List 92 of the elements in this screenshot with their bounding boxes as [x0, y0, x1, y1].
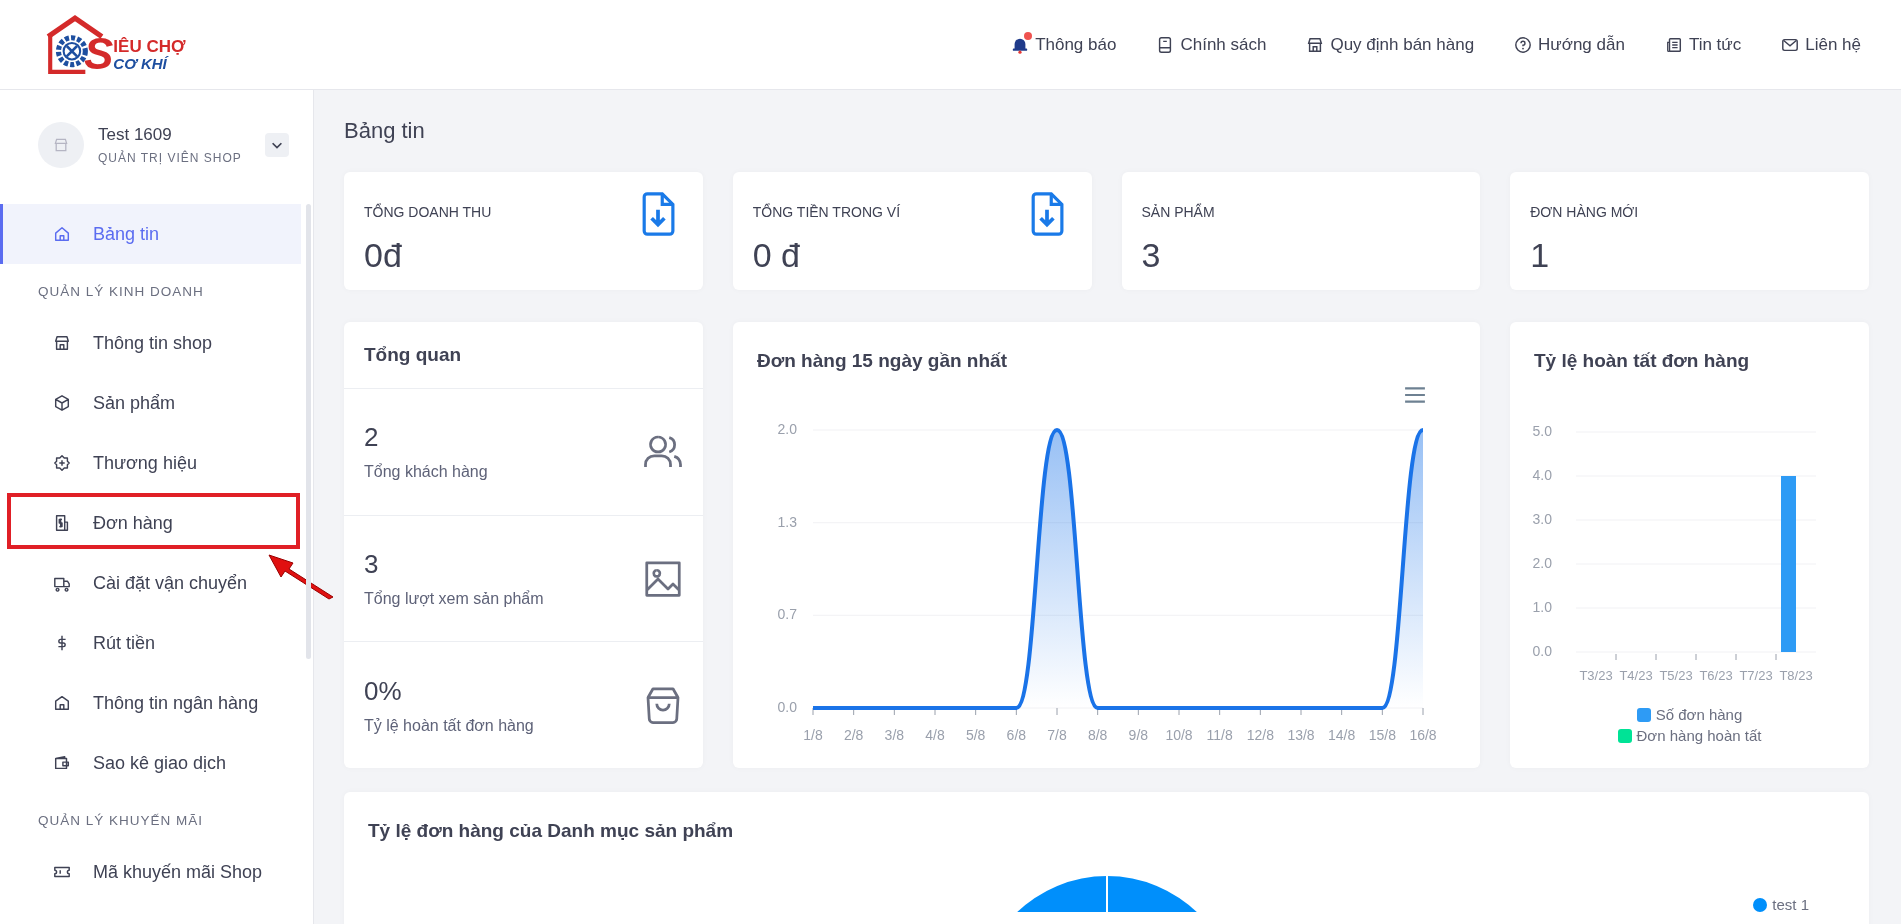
chart-title: Tỷ lệ đơn hàng của Danh mục sản phẩm	[367, 819, 735, 842]
sidebar-item[interactable]: Đơn hàng	[0, 493, 301, 553]
header-link[interactable]: Liên hệ	[1781, 34, 1861, 55]
overview-label: Tổng lượt xem sản phẩm	[364, 590, 544, 608]
x-tick-label: 14/8	[1328, 727, 1356, 743]
y-tick-label: 0.0	[777, 699, 797, 715]
box-icon	[53, 394, 71, 412]
x-tick-label: 9/8	[1128, 727, 1149, 743]
bank-icon	[53, 694, 71, 712]
y-tick-label: 4.0	[1532, 467, 1552, 483]
x-tick-label: T8/23	[1779, 668, 1813, 683]
sidebar-item[interactable]: Thông tin shop	[0, 313, 301, 373]
x-tick-label: 5/8	[965, 727, 986, 743]
x-tick-label: 11/8	[1206, 727, 1233, 743]
y-tick-label: 0.7	[777, 606, 797, 623]
logo-letter: S	[84, 31, 114, 76]
overview-value: 2	[364, 422, 380, 454]
x-tick-label: 1/8	[803, 727, 823, 743]
dropdown-button[interactable]	[265, 133, 289, 157]
x-tick-label: 8/8	[1087, 727, 1108, 743]
image-icon	[643, 558, 683, 599]
y-tick-label: 5.0	[1532, 423, 1552, 439]
y-tick-label: 2.0	[1532, 555, 1552, 571]
y-tick-label: 0.0	[1532, 643, 1552, 659]
sidebar-item[interactable]: Mã khuyến mãi Shop	[0, 842, 301, 902]
header-link[interactable]: Hướng dẫn	[1514, 34, 1625, 55]
sidebar-item[interactable]: Rút tiền	[0, 613, 301, 673]
stat-label: ĐƠN HÀNG MỚI	[1530, 204, 1639, 220]
x-tick-label: T5/23	[1659, 668, 1693, 683]
logo-text: IÊU CHỢ	[113, 37, 186, 56]
section-heading: QUẢN LÝ KHUYẾN MÃI	[37, 812, 205, 830]
x-tick-label: 16/8	[1409, 727, 1437, 743]
sidebar-item[interactable]: Thương hiệu	[0, 433, 301, 493]
x-tick-label: T4/23	[1619, 668, 1653, 683]
header-link[interactable]: Tin tức	[1664, 34, 1742, 55]
menu-icon[interactable]	[1404, 386, 1426, 404]
overview-label: Tổng khách hàng	[364, 463, 488, 482]
header-link[interactable]: Quy định bán hàng	[1306, 34, 1475, 55]
sidebar-item[interactable]: Bảng tin	[0, 204, 301, 264]
wallet-icon	[53, 754, 71, 772]
stat-value: 1	[1530, 236, 1551, 275]
x-tick-label: T6/23	[1699, 668, 1733, 683]
stat-label: TỔNG TIỀN TRONG VÍ	[752, 204, 901, 220]
x-tick-label: 7/8	[1047, 727, 1067, 743]
receipt-icon	[53, 514, 71, 532]
stat-label: TỔNG DOANH THU	[364, 204, 492, 220]
help-icon	[1514, 35, 1533, 54]
store-icon	[1306, 35, 1325, 54]
x-tick-label: 2/8	[843, 727, 864, 743]
scrollbar[interactable]	[306, 204, 311, 659]
x-tick-label: T7/23	[1739, 668, 1773, 683]
stat-label: SẢN PHẨM	[1141, 204, 1215, 220]
x-tick-label: T3/23	[1579, 668, 1613, 683]
store-icon	[53, 334, 71, 352]
x-tick-label: 15/8	[1368, 727, 1396, 743]
chart-title: Đơn hàng 15 ngày gần nhất	[756, 349, 1008, 372]
sidebar-item[interactable]: Sao kê giao dịch	[0, 733, 301, 793]
badge-icon	[53, 454, 71, 472]
x-tick-label: 4/8	[925, 727, 945, 743]
sidebar-item[interactable]: Sản phẩm	[0, 373, 301, 433]
overview-value: 3	[364, 549, 380, 580]
home-icon	[53, 225, 71, 243]
x-tick-label: 10/8	[1165, 727, 1193, 743]
section-heading: QUẢN LÝ KINH DOANH	[37, 283, 205, 301]
y-tick-label: 2.0	[777, 421, 797, 437]
sidebar-item[interactable]: Cài đặt vận chuyển	[0, 553, 301, 613]
x-tick-label: 12/8	[1246, 727, 1274, 743]
overview-value: 0%	[364, 675, 403, 707]
header-link[interactable]: Thông báo	[1011, 34, 1117, 55]
overview-label: Tỷ lệ hoàn tất đơn hàng	[364, 716, 534, 735]
page-title: Bảng tin	[344, 118, 426, 144]
x-tick-label: 13/8	[1287, 727, 1315, 743]
logo-subtext: CƠ KHÍ	[113, 55, 169, 72]
newspaper-icon	[1664, 35, 1683, 54]
header-link[interactable]: Chính sách	[1156, 34, 1267, 55]
stat-value: 0đ	[364, 236, 403, 275]
stat-value: 3	[1141, 236, 1162, 275]
user-role: QUẢN TRỊ VIÊN SHOP	[98, 151, 243, 165]
stat-value: 0 đ	[752, 236, 801, 275]
user-name: Test 1609	[98, 125, 173, 145]
legend-label: Số đơn hàng	[1655, 706, 1743, 723]
y-tick-label: 1.0	[1532, 599, 1552, 615]
legend-label: Đơn hàng hoàn tất	[1636, 727, 1762, 744]
sidebar-item[interactable]: Thông tin ngân hàng	[0, 673, 301, 733]
x-tick-label: 6/8	[1006, 727, 1027, 743]
y-tick-label: 1.3	[777, 513, 797, 530]
x-tick-label: 3/8	[884, 727, 905, 743]
card-title: Tổng quan	[344, 322, 703, 389]
store-icon	[53, 137, 69, 153]
chart-title: Tỷ lệ hoàn tất đơn hàng	[1533, 349, 1751, 372]
y-tick-label: 3.0	[1532, 511, 1552, 527]
legend-label: test 1	[1772, 896, 1809, 913]
